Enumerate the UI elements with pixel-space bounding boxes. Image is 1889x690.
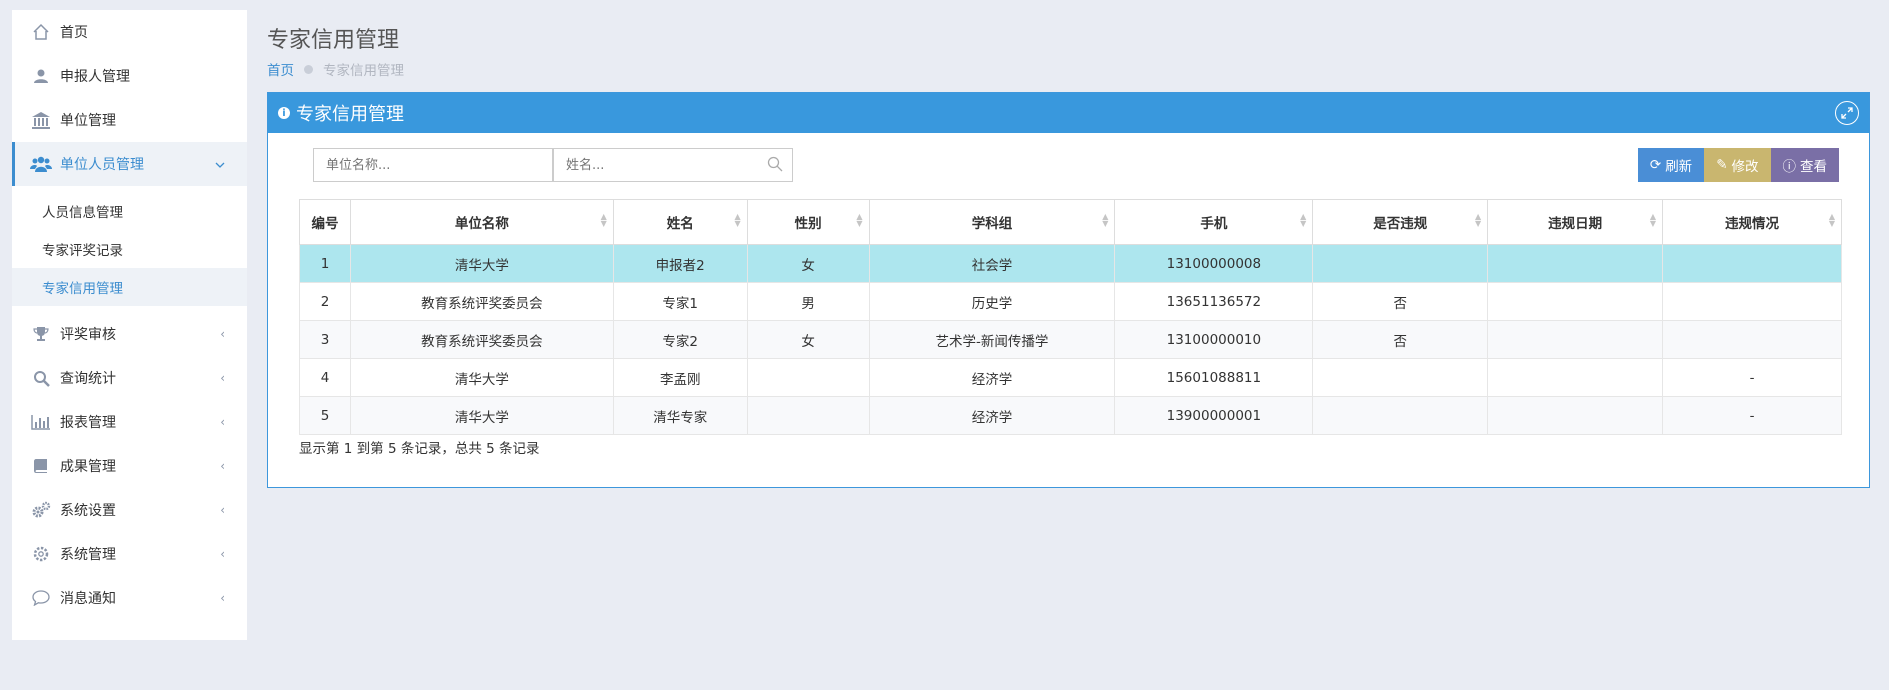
edit-button[interactable]: ✎ 修改: [1704, 148, 1771, 182]
breadcrumb-separator: [304, 64, 313, 74]
refresh-icon: ⟳: [1649, 157, 1662, 173]
column-header[interactable]: 性别 ▲ ▼: [746, 199, 870, 245]
info-icon: ⓘ: [1782, 159, 1797, 175]
column-header[interactable]: 单位名称 ▲ ▼: [349, 199, 614, 245]
credit-table: 编号 单位名称 ▲ ▼ 姓名 ▲ ▼ 性别 ▲ ▼ 学科组 ▲ ▼ 手机 ▲ ▼ 是否违规 ▲ ▼ 违规…: [299, 199, 1842, 435]
name-search-wrapper: [553, 148, 793, 182]
chevron-left-icon: ‹: [220, 327, 225, 341]
column-header[interactable]: 是否违规 ▲ ▼: [1312, 199, 1489, 245]
sidebar-subitem-award-records[interactable]: 专家评奖记录: [12, 230, 247, 268]
search-icon[interactable]: [767, 156, 783, 176]
search-row: [313, 148, 793, 182]
view-button[interactable]: ⓘ 查看: [1770, 148, 1839, 182]
sort-icon[interactable]: ▲ ▼: [1102, 213, 1108, 228]
chevron-left-icon: ‹: [220, 415, 225, 429]
sidebar-item-applicants[interactable]: 申报人管理: [12, 54, 247, 98]
panel-header: i 专家信用管理: [268, 93, 1869, 133]
sidebar-item-label: 申报人管理: [60, 69, 130, 85]
sidebar-item-achievements[interactable]: 成果管理 ‹: [12, 444, 247, 488]
sort-icon[interactable]: ▲ ▼: [1829, 213, 1835, 228]
gears-icon: [30, 499, 52, 521]
column-header[interactable]: 手机 ▲ ▼: [1114, 199, 1314, 245]
expand-icon[interactable]: [1835, 101, 1859, 125]
sidebar-item-unit-staff[interactable]: 单位人员管理: [12, 142, 247, 186]
sidebar-item-label: 报表管理: [60, 415, 116, 431]
page-title: 专家信用管理: [267, 28, 400, 53]
chevron-down-icon: [215, 157, 225, 171]
sidebar-item-label: 单位人员管理: [60, 157, 144, 173]
sidebar-subitem-staff-info[interactable]: 人员信息管理: [12, 192, 247, 230]
sidebar-item-units[interactable]: 单位管理: [12, 98, 247, 142]
users-icon: [30, 153, 52, 175]
sidebar-submenu: 人员信息管理 专家评奖记录 专家信用管理: [12, 186, 247, 312]
sidebar-item-notifications[interactable]: 消息通知 ‹: [12, 576, 247, 620]
table-row[interactable]: 1 清华大学 申报者2 女社会学 13100000008: [299, 244, 1842, 283]
column-header[interactable]: 姓名 ▲ ▼: [612, 199, 748, 245]
sort-icon[interactable]: ▲ ▼: [735, 213, 741, 228]
info-icon: i: [278, 107, 290, 119]
chevron-left-icon: ‹: [220, 547, 225, 561]
sidebar: 首页 申报人管理 单位管理 单位人员管理 人员信息管理 专家评奖记录 专家信用管…: [12, 10, 247, 640]
sidebar-item-award-review[interactable]: 评奖审核 ‹: [12, 312, 247, 356]
breadcrumb-home-link[interactable]: 首页: [267, 59, 294, 79]
home-icon: [30, 21, 52, 43]
column-header[interactable]: 违规情况 ▲ ▼: [1662, 199, 1842, 245]
book-icon: [30, 455, 52, 477]
pagination-summary: 显示第 1 到第 5 条记录，总共 5 条记录: [299, 441, 540, 457]
sort-icon[interactable]: ▲ ▼: [1650, 213, 1656, 228]
bar-chart-icon: [30, 411, 52, 433]
sidebar-item-label: 评奖审核: [60, 327, 116, 343]
sidebar-item-label: 查询统计: [60, 371, 116, 387]
user-icon: [30, 65, 52, 87]
table-row[interactable]: 2 教育系统评奖委员会 专家1 男历史学 13651136572 否: [299, 282, 1842, 321]
column-header[interactable]: 编号: [299, 199, 351, 245]
chevron-left-icon: ‹: [220, 371, 225, 385]
table-row[interactable]: 3 教育系统评奖委员会 专家2 女艺术学-新闻传播学 13100000010 否: [299, 320, 1842, 359]
sidebar-item-reports[interactable]: 报表管理 ‹: [12, 400, 247, 444]
credit-panel: i 专家信用管理 ⟳ 刷新 ✎ 修改 ⓘ 查看 编号 单位名: [267, 92, 1870, 488]
search-icon: [30, 367, 52, 389]
chevron-left-icon: ‹: [220, 591, 225, 605]
sidebar-item-label: 单位管理: [60, 113, 116, 129]
gear-icon: [30, 543, 52, 565]
column-header[interactable]: 学科组 ▲ ▼: [868, 199, 1116, 245]
unit-name-search-input[interactable]: [313, 148, 553, 182]
panel-title: 专家信用管理: [296, 104, 404, 125]
breadcrumb: 首页 专家信用管理: [267, 59, 404, 79]
sidebar-item-label: 成果管理: [60, 459, 116, 475]
table-row[interactable]: 4 清华大学 李孟刚 经济学 15601088811-: [299, 358, 1842, 397]
sidebar-item-label: 系统管理: [60, 547, 116, 563]
refresh-button[interactable]: ⟳ 刷新: [1637, 148, 1705, 182]
sort-icon[interactable]: ▲ ▼: [856, 213, 862, 228]
breadcrumb-current: 专家信用管理: [323, 63, 404, 79]
sidebar-item-home[interactable]: 首页: [12, 10, 247, 54]
sidebar-item-query-stats[interactable]: 查询统计 ‹: [12, 356, 247, 400]
toolbar: ⟳ 刷新 ✎ 修改 ⓘ 查看: [1637, 148, 1839, 182]
table-row[interactable]: 5 清华大学 清华专家 经济学 13900000001-: [299, 396, 1842, 435]
sidebar-item-label: 系统设置: [60, 503, 116, 519]
comment-icon: [30, 587, 52, 609]
sidebar-item-label: 首页: [60, 25, 88, 41]
bank-icon: [30, 109, 52, 131]
sidebar-item-label: 消息通知: [60, 591, 116, 607]
sidebar-subitem-credit-mgmt[interactable]: 专家信用管理: [12, 268, 247, 306]
chevron-left-icon: ‹: [220, 503, 225, 517]
name-search-input[interactable]: [553, 148, 793, 182]
chevron-left-icon: ‹: [220, 459, 225, 473]
sidebar-item-system-settings[interactable]: 系统设置 ‹: [12, 488, 247, 532]
edit-icon: ✎: [1716, 157, 1728, 173]
sort-icon[interactable]: ▲ ▼: [601, 213, 607, 228]
sidebar-item-system-mgmt[interactable]: 系统管理 ‹: [12, 532, 247, 576]
sort-icon[interactable]: ▲ ▼: [1475, 213, 1481, 228]
column-header[interactable]: 违规日期 ▲ ▼: [1487, 199, 1664, 245]
sort-icon[interactable]: ▲ ▼: [1300, 213, 1306, 228]
table-header-row: 编号 单位名称 ▲ ▼ 姓名 ▲ ▼ 性别 ▲ ▼ 学科组 ▲ ▼ 手机 ▲ ▼ 是否违规 ▲ ▼ 违规…: [299, 199, 1842, 245]
trophy-icon: [30, 323, 52, 345]
